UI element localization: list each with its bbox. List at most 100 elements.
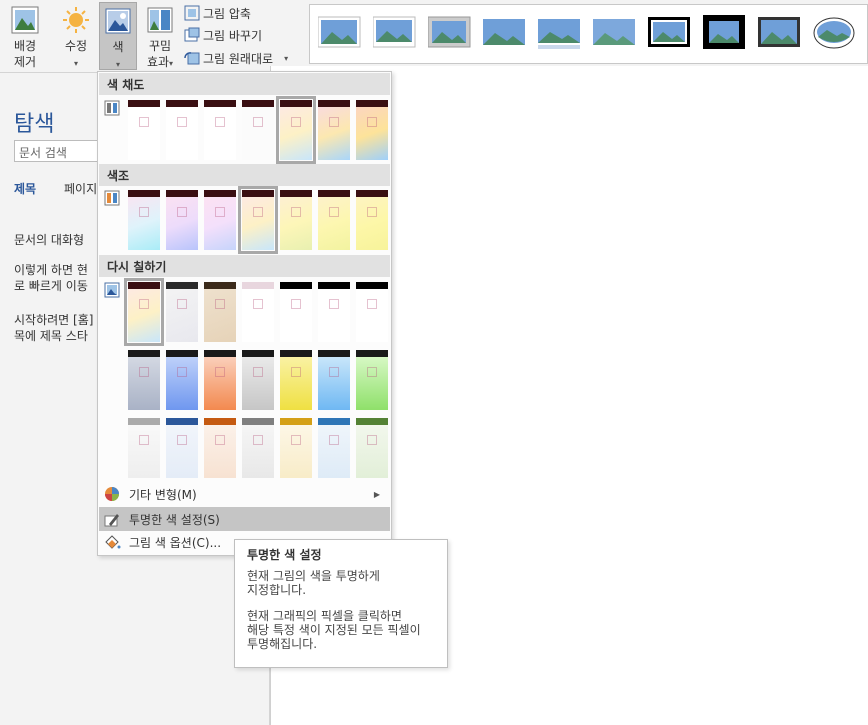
color-variation-swatch[interactable] xyxy=(318,190,350,250)
swatch-top-bar xyxy=(166,190,198,197)
navigation-title: 탐색 xyxy=(14,112,55,137)
color-variation-swatch[interactable] xyxy=(166,350,198,410)
color-variation-swatch[interactable] xyxy=(318,418,350,478)
color-variation-swatch[interactable] xyxy=(242,418,274,478)
picture-style-thumb[interactable] xyxy=(758,15,802,51)
more-variations-menu-item[interactable]: 기타 변형(M) ▶ xyxy=(99,482,390,506)
picture-style-thumb[interactable] xyxy=(813,15,857,51)
picture-style-thumb[interactable] xyxy=(538,15,582,51)
color-variation-swatch[interactable] xyxy=(128,350,160,410)
color-variation-swatch[interactable] xyxy=(242,350,274,410)
color-variation-swatch[interactable] xyxy=(356,282,388,342)
color-variation-swatch[interactable] xyxy=(356,190,388,250)
picture-color-icon xyxy=(105,8,131,34)
swatch-thumbnail xyxy=(367,207,377,217)
color-variation-swatch[interactable] xyxy=(356,350,388,410)
color-variation-swatch[interactable] xyxy=(318,100,350,160)
color-variation-swatch[interactable] xyxy=(242,282,274,342)
swatch-top-bar xyxy=(356,282,388,289)
picture-style-thumb[interactable] xyxy=(373,15,417,51)
color-variation-swatch[interactable] xyxy=(280,350,312,410)
color-variation-swatch[interactable] xyxy=(242,100,274,160)
compress-label: 그림 압축 xyxy=(203,6,251,21)
swatch-thumbnail xyxy=(177,435,187,445)
swatch-top-bar xyxy=(204,100,236,107)
recolor-icon xyxy=(104,282,120,298)
swatch-thumbnail xyxy=(253,299,263,309)
color-variation-swatch[interactable] xyxy=(166,100,198,160)
swatch-thumbnail xyxy=(367,117,377,127)
swatch-thumbnail xyxy=(215,435,225,445)
color-variation-swatch[interactable] xyxy=(318,350,350,410)
swatch-thumbnail xyxy=(177,367,187,377)
remove-background-label-2: 제거 xyxy=(13,55,37,69)
swatch-thumbnail xyxy=(215,299,225,309)
swatch-thumbnail xyxy=(253,435,263,445)
change-picture-button[interactable]: 그림 바꾸기 xyxy=(184,25,262,45)
swatch-thumbnail xyxy=(367,435,377,445)
color-variation-swatch[interactable] xyxy=(204,282,236,342)
tooltip-line: 현재 그림의 색을 투명하게 xyxy=(247,569,380,583)
artistic-effects-button[interactable]: 꾸밈 효과▾ xyxy=(142,4,178,72)
swatch-top-bar xyxy=(318,350,350,357)
color-variation-swatch[interactable] xyxy=(204,190,236,250)
compress-pictures-button[interactable]: 그림 압축 xyxy=(184,3,251,23)
set-transparent-color-menu-item[interactable]: 투명한 색 설정(S) xyxy=(99,507,390,531)
color-variation-swatch[interactable] xyxy=(166,418,198,478)
tab-pages[interactable]: 페이지 xyxy=(64,180,97,197)
color-variation-swatch[interactable] xyxy=(128,418,160,478)
swatch-thumbnail xyxy=(253,117,263,127)
reset-picture-button[interactable]: 그림 원래대로 ▾ xyxy=(184,48,288,68)
color-variation-swatch[interactable] xyxy=(166,190,198,250)
picture-style-thumb[interactable] xyxy=(648,15,692,51)
color-variation-swatch[interactable] xyxy=(356,100,388,160)
picture-style-thumb[interactable] xyxy=(318,15,362,51)
corrections-button[interactable]: 수정 ▾ xyxy=(58,4,94,72)
color-variation-swatch[interactable] xyxy=(128,190,160,250)
swatch-thumbnail xyxy=(215,367,225,377)
compress-icon xyxy=(184,5,200,21)
swatch-top-bar xyxy=(242,418,274,425)
color-variation-swatch[interactable] xyxy=(280,418,312,478)
color-variation-swatch[interactable] xyxy=(280,190,312,250)
tab-headings[interactable]: 제목 xyxy=(14,180,36,197)
set-transparent-color-label: 투명한 색 설정(S) xyxy=(129,512,220,527)
picture-style-thumb[interactable] xyxy=(428,15,472,51)
color-variation-swatch[interactable] xyxy=(124,278,164,346)
picture-color-options-label: 그림 색 옵션(C)... xyxy=(129,535,222,550)
swatch-top-bar xyxy=(356,190,388,197)
swatch-thumbnail xyxy=(329,367,339,377)
swatch-top-bar xyxy=(280,282,312,289)
swatch-thumbnail xyxy=(253,367,263,377)
swatch-top-bar xyxy=(280,418,312,425)
remove-background-button[interactable]: 배경 제거 xyxy=(6,4,44,70)
swatch-top-bar xyxy=(242,350,274,357)
color-variation-swatch[interactable] xyxy=(204,100,236,160)
color-button[interactable]: 색 ▾ xyxy=(99,2,137,70)
ribbon: 배경 제거 수정 ▾ 색 ▾ 꾸밈 효과▾ 그림 압축 그림 바꾸기 그림 원래… xyxy=(0,0,868,73)
chevron-down-icon[interactable]: ▾ xyxy=(284,54,288,63)
recolor-header: 다시 칠하기 xyxy=(99,255,390,277)
color-variation-swatch[interactable] xyxy=(204,350,236,410)
swatch-top-bar xyxy=(128,190,160,197)
swatch-thumbnail xyxy=(139,435,149,445)
color-variation-swatch[interactable] xyxy=(356,418,388,478)
picture-style-thumb[interactable] xyxy=(593,15,637,51)
color-variation-swatch[interactable] xyxy=(128,100,160,160)
color-variation-swatch[interactable] xyxy=(238,186,278,254)
picture-style-thumb[interactable] xyxy=(703,15,747,51)
swatch-thumbnail xyxy=(367,299,377,309)
tooltip-line: 지정합니다. xyxy=(247,583,307,597)
swatch-thumbnail xyxy=(367,367,377,377)
swatch-top-bar xyxy=(128,282,160,289)
picture-style-thumb[interactable] xyxy=(483,15,527,51)
swatch-top-bar xyxy=(356,100,388,107)
swatch-top-bar xyxy=(242,190,274,197)
color-variation-swatch[interactable] xyxy=(204,418,236,478)
color-variation-swatch[interactable] xyxy=(166,282,198,342)
color-variation-swatch[interactable] xyxy=(280,282,312,342)
color-variation-swatch[interactable] xyxy=(276,96,316,164)
swatch-thumbnail xyxy=(139,367,149,377)
color-variation-swatch[interactable] xyxy=(318,282,350,342)
change-picture-label: 그림 바꾸기 xyxy=(203,28,263,43)
